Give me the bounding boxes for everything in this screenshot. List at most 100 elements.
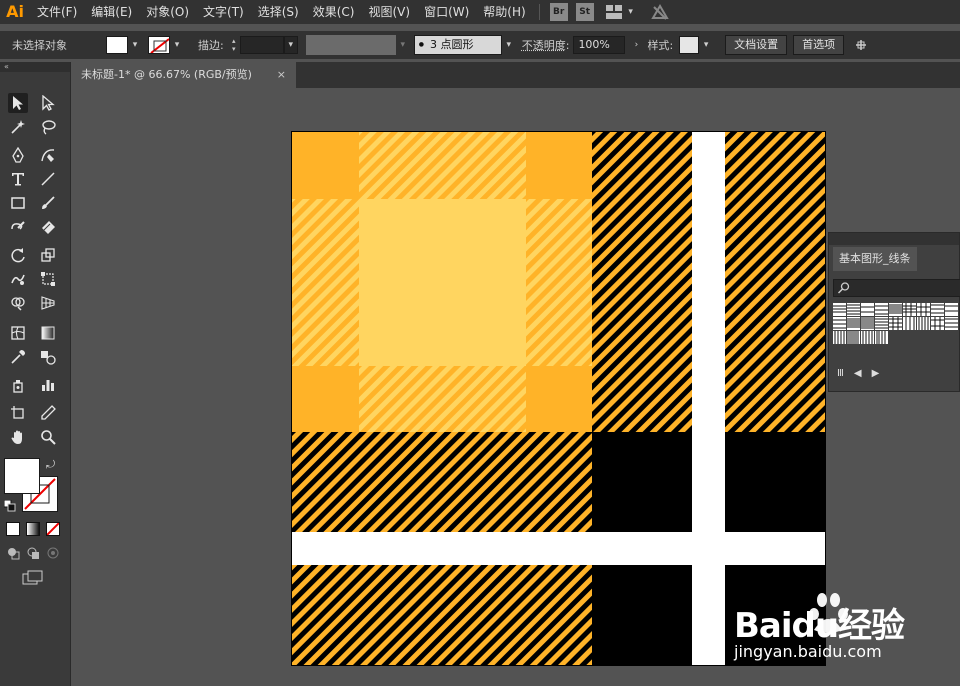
line-tool-icon[interactable] (38, 169, 58, 189)
pen-tool-icon[interactable] (8, 145, 28, 165)
brush-value-text: 3 点圆形 (429, 38, 474, 51)
previous-library-icon[interactable]: ◀ (854, 368, 862, 379)
stroke-weight-dropdown-icon[interactable]: ▾ (283, 36, 298, 54)
selection-status: 未选择对象 (12, 39, 67, 52)
type-tool-icon[interactable] (8, 169, 28, 189)
menu-object[interactable]: 对象(O) (139, 0, 196, 24)
artboard[interactable] (291, 131, 826, 666)
fill-swatch[interactable] (106, 36, 128, 54)
magic-wand-tool-icon[interactable] (8, 117, 28, 137)
zoom-tool-icon[interactable] (38, 427, 58, 447)
swatch-library-panel: 基本图形_线条 Ⅲ ◀ ▶ (828, 232, 960, 392)
fill-color-swatch[interactable] (4, 458, 40, 494)
menu-select[interactable]: 选择(S) (251, 0, 306, 24)
brush-definition[interactable]: ● 3 点圆形 (413, 35, 502, 55)
slice-tool-icon[interactable] (38, 403, 58, 423)
stroke-stepper-icon[interactable]: ▴ ▾ (228, 36, 240, 54)
shape-builder-tool-icon[interactable] (8, 293, 28, 313)
watermark-brand: Baidu经验 (734, 606, 905, 646)
stroke-label: 描边 (198, 39, 220, 52)
arrange-documents-icon[interactable] (850, 35, 872, 55)
menu-effect[interactable]: 效果(C) (306, 0, 362, 24)
menu-window[interactable]: 窗口(W) (417, 0, 476, 24)
symbol-sprayer-tool-icon[interactable] (8, 375, 28, 395)
scale-tool-icon[interactable] (38, 245, 58, 265)
next-library-icon[interactable]: ▶ (872, 368, 880, 379)
menu-view[interactable]: 视图(V) (361, 0, 417, 24)
white-stripe-vertical (692, 132, 725, 665)
swatch-libraries-menu-icon[interactable]: Ⅲ (837, 368, 844, 379)
swatch-grid[interactable] (833, 303, 960, 353)
menu-type[interactable]: 文字(T) (196, 0, 251, 24)
toolbar-collapse-icon[interactable]: « (0, 62, 70, 72)
free-transform-tool-icon[interactable] (38, 269, 58, 289)
menu-edit[interactable]: 编辑(E) (84, 0, 139, 24)
eyedropper-tool-icon[interactable] (8, 347, 28, 367)
none-mode-icon[interactable] (46, 522, 60, 536)
menu-separator (538, 4, 540, 20)
draw-behind-icon[interactable] (26, 546, 40, 560)
preferences-button[interactable]: 首选项 (793, 35, 845, 55)
panel-tab-basic-graphics-lines[interactable]: 基本图形_线条 (833, 247, 917, 271)
panel-header[interactable] (829, 233, 959, 245)
chevron-down-icon[interactable]: ▾ (624, 3, 638, 21)
default-fill-stroke-icon[interactable] (3, 499, 16, 512)
shaper-tool-icon[interactable] (8, 217, 28, 237)
rectangle-tool-icon[interactable] (8, 193, 28, 213)
stroke-swatch[interactable] (148, 36, 170, 54)
perspective-grid-tool-icon[interactable] (38, 293, 58, 313)
stroke-weight-input[interactable] (239, 36, 284, 54)
variable-width-profile[interactable] (305, 35, 396, 55)
panel-footer: Ⅲ ◀ ▶ (829, 361, 960, 385)
gradient-mode-icon[interactable] (26, 522, 40, 536)
bridge-button[interactable]: Br (549, 3, 568, 21)
search-icon (837, 282, 850, 294)
opacity-label[interactable]: 不透明度 (522, 37, 566, 53)
panel-search-input[interactable] (833, 279, 960, 297)
colon-separator-3: : (669, 38, 674, 52)
draw-normal-icon[interactable] (6, 546, 20, 560)
eraser-tool-icon[interactable] (38, 217, 58, 237)
artboard-tool-icon[interactable] (8, 403, 28, 423)
column-graph-tool-icon[interactable] (38, 375, 58, 395)
baidu-jingyan-watermark: Baidu经验 jingyan.baidu.com (734, 590, 934, 670)
swap-fill-stroke-icon[interactable]: ⤾ (46, 458, 60, 472)
screen-mode-icon[interactable] (22, 570, 44, 586)
mesh-tool-icon[interactable] (8, 323, 28, 343)
hand-tool-icon[interactable] (8, 427, 28, 447)
draw-inside-icon[interactable] (46, 546, 60, 560)
curvature-tool-icon[interactable] (38, 145, 58, 165)
gradient-tool-icon[interactable] (38, 323, 58, 343)
gpu-performance-icon[interactable] (648, 3, 672, 21)
colon-separator-2: : (565, 38, 570, 52)
white-stripe-horizontal (292, 532, 825, 565)
tools-panel: « ⤾ (0, 62, 71, 686)
opacity-input[interactable]: 100% (573, 36, 626, 54)
fill-dropdown-icon[interactable]: ▾ (128, 36, 142, 54)
document-setup-button[interactable]: 文档设置 (725, 35, 788, 55)
menu-file[interactable]: 文件(F) (30, 0, 84, 24)
chevron-right-icon[interactable]: › (629, 36, 643, 54)
paintbrush-tool-icon[interactable] (38, 193, 58, 213)
workspace-layout-icon[interactable] (604, 3, 624, 21)
warp-tool-icon[interactable] (8, 269, 28, 289)
stock-button[interactable]: St (575, 3, 594, 21)
direct-selection-tool-icon[interactable] (38, 93, 58, 113)
rotate-tool-icon[interactable] (8, 245, 28, 265)
watermark-url: jingyan.baidu.com (734, 642, 882, 661)
control-bar: 未选择对象 ▾ ▾ 描边 : ▴ ▾ ▾ ▾ ● 3 点圆形 ▾ 不透明度 : 10… (0, 31, 960, 59)
menu-help[interactable]: 帮助(H) (476, 0, 532, 24)
graphic-style-swatch[interactable] (679, 36, 700, 54)
stroke-dropdown-icon[interactable]: ▾ (170, 36, 184, 54)
brush-dropdown-icon[interactable]: ▾ (502, 36, 516, 54)
selection-tool-icon[interactable] (8, 93, 28, 113)
lasso-tool-icon[interactable] (38, 117, 58, 137)
document-tab[interactable]: 未标题-1* @ 66.67% (RGB/预览) × (71, 62, 296, 88)
blend-tool-icon[interactable] (38, 347, 58, 367)
color-mode-icon[interactable] (6, 522, 20, 536)
profile-dropdown-icon[interactable]: ▾ (396, 36, 410, 54)
document-tab-bar: 未标题-1* @ 66.67% (RGB/预览) × (71, 62, 960, 88)
colon-separator: : (220, 38, 224, 52)
close-tab-icon[interactable]: × (277, 62, 286, 88)
style-dropdown-icon[interactable]: ▾ (699, 36, 713, 54)
